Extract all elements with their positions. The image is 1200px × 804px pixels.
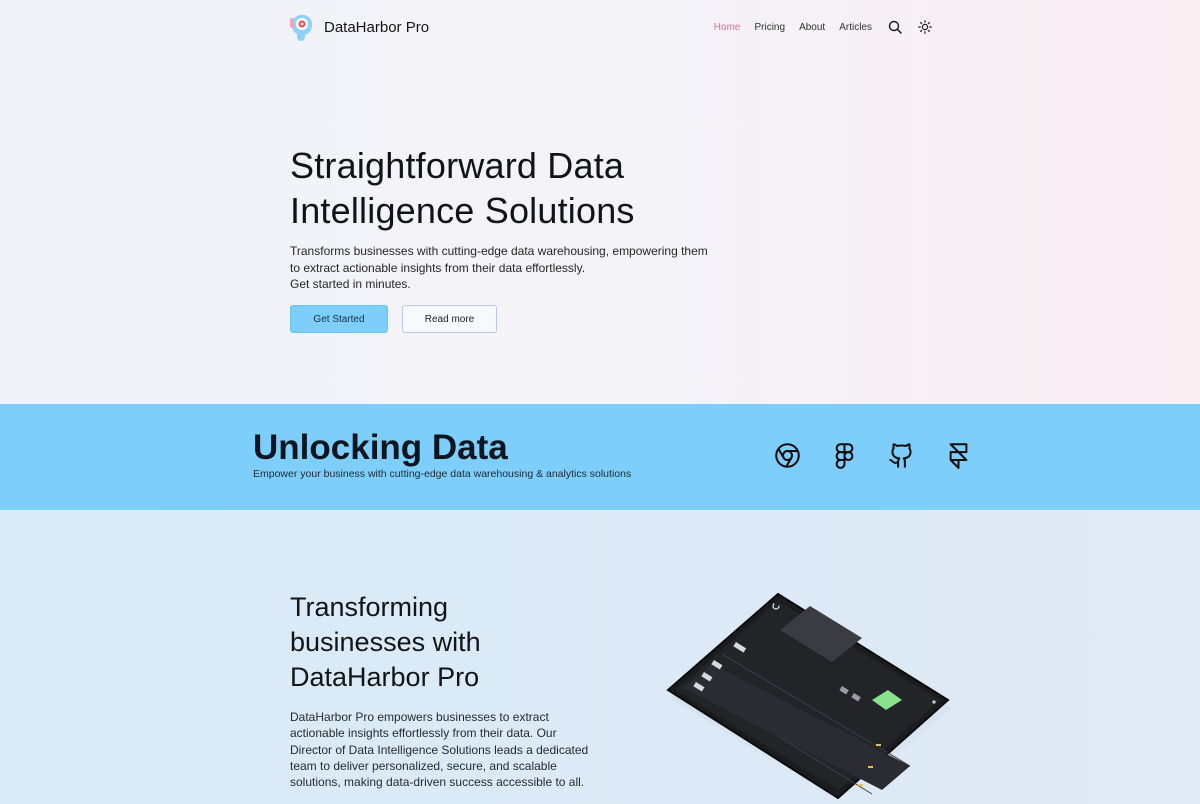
about-section: Transforming businesses with DataHarbor … bbox=[0, 510, 1200, 804]
integration-icons bbox=[774, 442, 972, 469]
hero-title-line: Intelligence Solutions bbox=[290, 190, 635, 231]
chrome-icon[interactable] bbox=[774, 442, 801, 469]
unlocking-data-band: Unlocking Data Empower your business wit… bbox=[0, 404, 1200, 510]
brand-name: DataHarbor Pro bbox=[324, 18, 430, 36]
nav-home[interactable]: Home bbox=[714, 22, 741, 33]
about-title: Transforming businesses with DataHarbor … bbox=[290, 590, 610, 695]
search-icon[interactable] bbox=[888, 20, 902, 34]
framer-icon[interactable] bbox=[945, 442, 972, 469]
about-desc-line: Director of Data Intelligence Solutions … bbox=[290, 742, 589, 757]
nav-articles[interactable]: Articles bbox=[839, 22, 872, 33]
hero-description: Transforms businesses with cutting-edge … bbox=[290, 243, 750, 293]
about-desc-line: DataHarbor Pro empowers businesses to ex… bbox=[290, 710, 549, 724]
github-icon[interactable] bbox=[888, 442, 915, 469]
hero-title-line: Straightforward Data bbox=[290, 145, 625, 186]
about-title-line: DataHarbor Pro bbox=[290, 662, 480, 692]
nav-pricing[interactable]: Pricing bbox=[754, 22, 785, 33]
get-started-button[interactable]: Get Started bbox=[290, 305, 388, 333]
about-desc-line: actionable insights effortlessly from th… bbox=[290, 726, 557, 741]
figma-icon[interactable] bbox=[831, 442, 858, 469]
top-nav: DataHarbor Pro Home Pricing About Articl… bbox=[290, 10, 932, 44]
hero-desc-line: to extract actionable insights from thei… bbox=[290, 260, 586, 275]
about-desc-line: solutions, making data-driven success ac… bbox=[290, 775, 585, 790]
about-title-line: Transforming bbox=[290, 592, 449, 622]
about-desc-line: team to deliver personalized, secure, an… bbox=[290, 758, 557, 773]
brand[interactable]: DataHarbor Pro bbox=[290, 12, 429, 42]
hero-section: DataHarbor Pro Home Pricing About Articl… bbox=[0, 0, 1200, 404]
main-menu: Home Pricing About Articles bbox=[714, 20, 932, 34]
dashboard-mockup-image bbox=[666, 592, 952, 804]
hero-desc-line: Get started in minutes. bbox=[290, 277, 411, 291]
about-title-line: businesses with bbox=[290, 627, 481, 657]
read-more-button[interactable]: Read more bbox=[402, 305, 497, 333]
hero-desc-line: Transforms businesses with cutting-edge … bbox=[290, 244, 708, 258]
about-description: DataHarbor Pro empowers businesses to ex… bbox=[290, 709, 610, 790]
logo-icon bbox=[290, 15, 312, 41]
sun-icon[interactable] bbox=[918, 20, 932, 34]
hero-title: Straightforward Data Intelligence Soluti… bbox=[290, 143, 810, 233]
band-title: Unlocking Data bbox=[253, 428, 508, 467]
band-subtitle: Empower your business with cutting-edge … bbox=[253, 468, 632, 480]
nav-about[interactable]: About bbox=[799, 22, 825, 33]
